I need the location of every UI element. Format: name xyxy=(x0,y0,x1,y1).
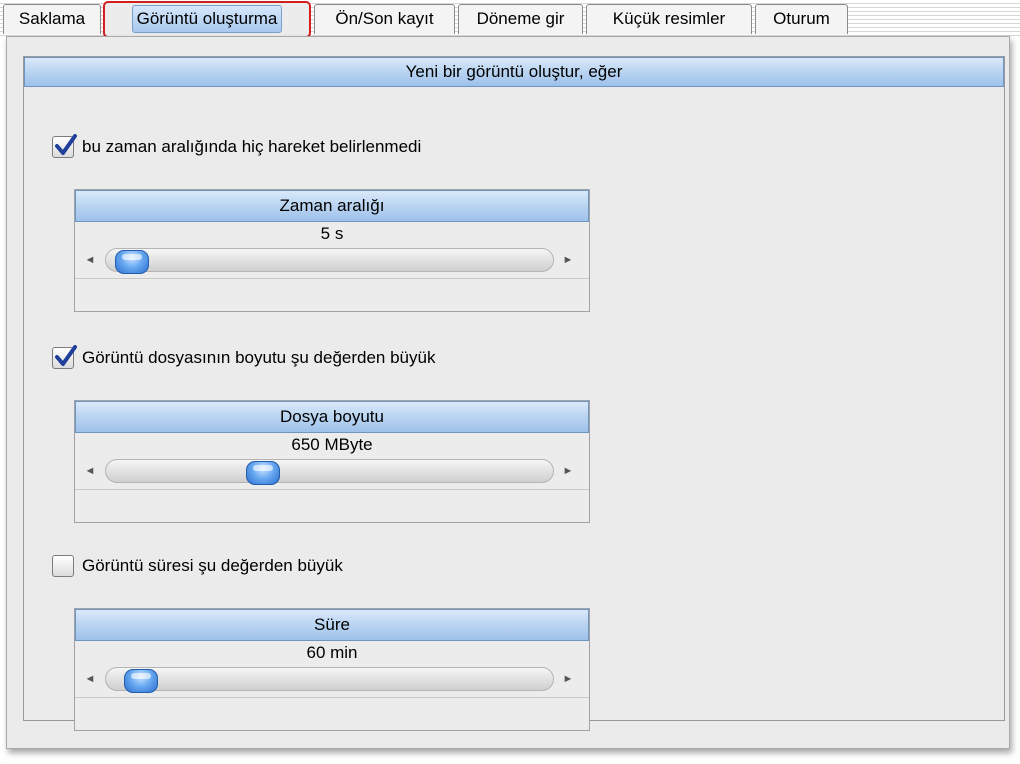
tab-goruntu-olusturma[interactable]: Görüntü oluşturma xyxy=(103,1,311,38)
slider-groove[interactable] xyxy=(105,248,554,274)
tab-on-son-kayit[interactable]: Ön/Son kayıt xyxy=(314,4,455,34)
duration-header: Süre xyxy=(75,609,589,641)
section-header: Yeni bir görüntü oluştur, eğer xyxy=(24,57,1004,87)
tab-label: Ön/Son kayıt xyxy=(335,9,434,28)
file-size-value: 650 MByte xyxy=(291,435,373,454)
tab-label: Saklama xyxy=(18,9,86,28)
arrow-right-icon[interactable]: ► xyxy=(561,250,575,270)
slider-groove[interactable] xyxy=(105,667,554,693)
duration-checkbox[interactable] xyxy=(52,555,74,577)
tab-label: Döneme gir xyxy=(476,9,565,28)
check-icon xyxy=(55,134,77,155)
duration-label: Görüntü süresi şu değerden büyük xyxy=(82,556,343,575)
app-window: Saklama Görüntü oluşturma Ön/Son kayıt D… xyxy=(0,0,1020,764)
tab-panel: Yeni bir görüntü oluştur, eğer bu zaman … xyxy=(6,36,1010,749)
no-motion-label: bu zaman aralığında hiç hareket belirlen… xyxy=(82,137,422,156)
slider-thumb[interactable] xyxy=(246,461,280,485)
tab-label: Oturum xyxy=(773,9,830,28)
tab-label: Küçük resimler xyxy=(612,9,726,28)
no-motion-checkbox[interactable] xyxy=(52,134,77,158)
duration-value: 60 min xyxy=(306,643,358,662)
tab-label: Görüntü oluşturma xyxy=(131,5,283,33)
tab-kucuk-resimler[interactable]: Küçük resimler xyxy=(586,4,752,34)
slider-thumb[interactable] xyxy=(124,669,158,693)
file-size-header: Dosya boyutu xyxy=(75,401,589,433)
file-size-slider[interactable]: ◄ ► xyxy=(83,457,580,485)
settings-group: Yeni bir görüntü oluştur, eğer bu zaman … xyxy=(23,56,1005,731)
file-size-slider-group: Dosya boyutu 650 MByte ◄ ► xyxy=(74,400,590,523)
divider xyxy=(75,489,589,490)
arrow-right-icon[interactable]: ► xyxy=(561,669,575,689)
arrow-left-icon[interactable]: ◄ xyxy=(83,669,97,689)
arrow-right-icon[interactable]: ► xyxy=(561,461,575,481)
file-size-checkbox[interactable] xyxy=(52,345,77,369)
time-interval-header: Zaman aralığı xyxy=(75,190,589,222)
check-icon xyxy=(55,345,77,366)
condition-duration-row[interactable]: Görüntü süresi şu değerden büyük xyxy=(52,552,343,580)
time-interval-slider-group: Zaman aralığı 5 s ◄ ► xyxy=(74,189,590,312)
tab-doneme-gir[interactable]: Döneme gir xyxy=(458,4,583,34)
file-size-label: Görüntü dosyasının boyutu şu değerden bü… xyxy=(82,348,436,367)
divider xyxy=(75,278,589,279)
time-interval-value: 5 s xyxy=(320,224,344,243)
duration-slider[interactable]: ◄ ► xyxy=(83,665,580,693)
condition-no-motion-row[interactable]: bu zaman aralığında hiç hareket belirlen… xyxy=(52,133,421,161)
slider-thumb[interactable] xyxy=(115,250,149,274)
condition-file-size-row[interactable]: Görüntü dosyasının boyutu şu değerden bü… xyxy=(52,344,435,372)
tab-saklama[interactable]: Saklama xyxy=(3,4,101,34)
slider-groove[interactable] xyxy=(105,459,554,485)
divider xyxy=(75,697,589,698)
arrow-left-icon[interactable]: ◄ xyxy=(83,461,97,481)
arrow-left-icon[interactable]: ◄ xyxy=(83,250,97,270)
duration-slider-group: Süre 60 min ◄ ► xyxy=(74,608,590,731)
time-interval-slider[interactable]: ◄ ► xyxy=(83,246,580,274)
tab-oturum[interactable]: Oturum xyxy=(755,4,848,34)
tab-strip: Saklama Görüntü oluşturma Ön/Son kayıt D… xyxy=(0,0,1020,38)
